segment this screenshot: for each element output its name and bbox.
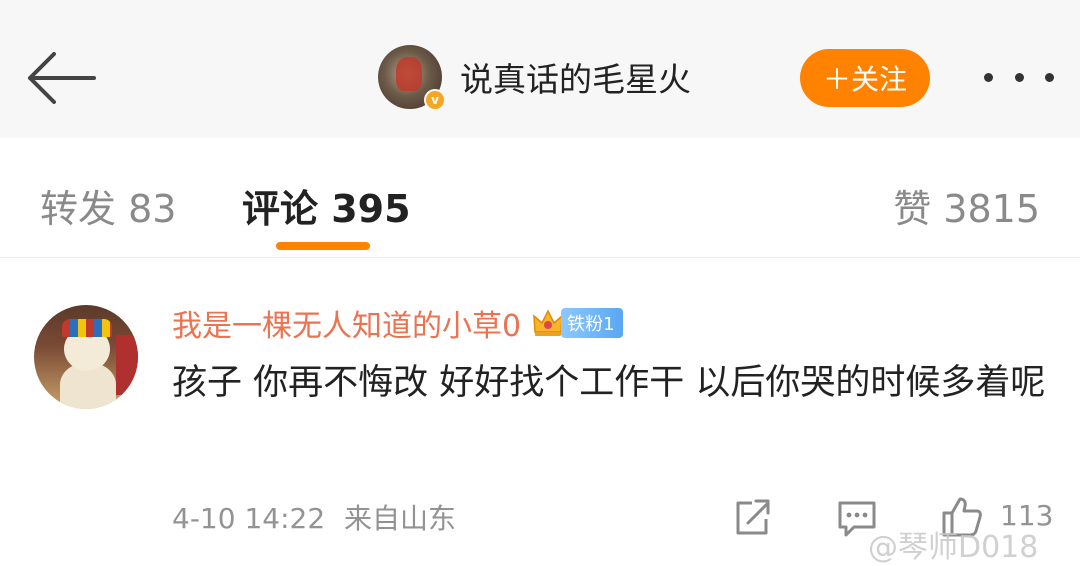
share-icon: [736, 499, 770, 535]
comment-author-row: 我是一棵无人知道的小草0 铁粉1: [172, 301, 623, 345]
comment-author-name[interactable]: 我是一棵无人知道的小草0: [172, 301, 521, 345]
crown-icon: [533, 309, 563, 336]
tab-likes[interactable]: 赞 3815: [893, 178, 1040, 233]
fan-level-badge: 铁粉1: [561, 308, 623, 338]
more-dots-icon: [984, 72, 993, 82]
comment-text: 孩子 你再不悔改 好好找个工作干 以后你哭的时候多着呢: [172, 363, 1046, 403]
arrow-left-icon: [28, 52, 96, 104]
more-button[interactable]: [984, 62, 1054, 92]
comment-source: 来自山东: [344, 502, 457, 535]
active-tab-indicator: [276, 242, 370, 250]
follow-button[interactable]: ＋关注: [800, 49, 930, 107]
account-title[interactable]: v 说真话的毛星火: [378, 44, 691, 111]
avatar[interactable]: [34, 305, 138, 409]
watermark: @琴师D018: [868, 530, 1039, 565]
tab-reposts[interactable]: 转发 83: [40, 178, 176, 233]
comment-item: 我是一棵无人知道的小草0 铁粉1 孩子 你再不悔改 好好找个工作干 以后你哭的时…: [0, 259, 1080, 566]
tab-bar: 转发 83 评论 395 赞 3815: [0, 138, 1080, 258]
avatar[interactable]: v: [378, 45, 446, 111]
back-button[interactable]: [24, 46, 98, 110]
tab-comments[interactable]: 评论 395: [242, 178, 411, 233]
verified-badge-icon: v: [424, 89, 446, 111]
page-title[interactable]: 说真话的毛星火: [460, 53, 691, 101]
comment-time: 4-10 14:22: [172, 502, 326, 535]
top-nav-bar: v 说真话的毛星火 ＋关注: [0, 0, 1080, 138]
comment-meta: 4-10 14:22 来自山东: [172, 497, 456, 537]
share-button[interactable]: [732, 495, 772, 539]
